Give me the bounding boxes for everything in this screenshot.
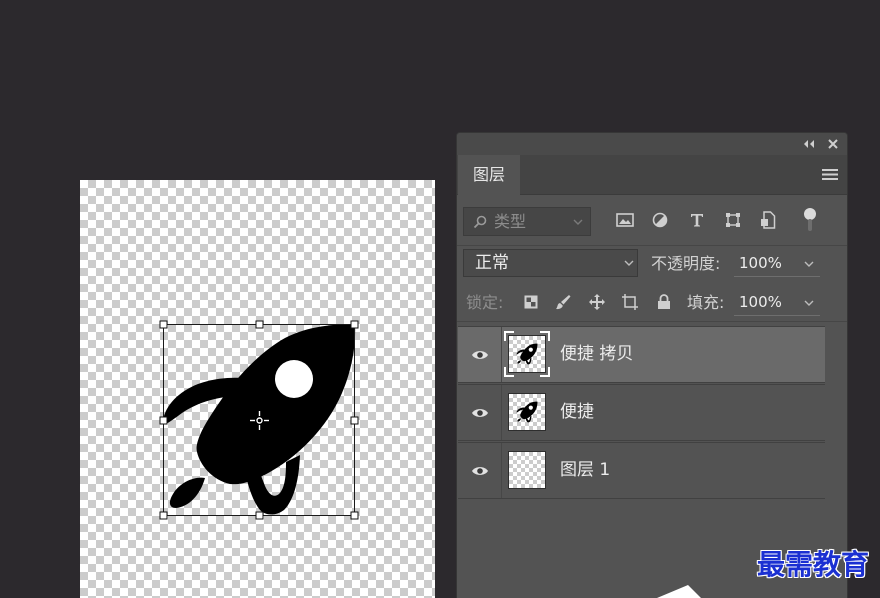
panel-tab-bar: 图层 bbox=[457, 155, 847, 195]
shape-layer-filter-icon[interactable] bbox=[721, 208, 745, 232]
tab-layers[interactable]: 图层 bbox=[458, 155, 520, 195]
filter-toggle-icon[interactable] bbox=[801, 206, 819, 234]
opacity-field[interactable]: 100% bbox=[734, 251, 820, 277]
blend-mode-value: 正常 bbox=[475, 253, 509, 273]
document-canvas[interactable] bbox=[80, 180, 435, 598]
transparent-thumbnail-icon[interactable] bbox=[508, 451, 546, 489]
rocket-icon[interactable] bbox=[163, 324, 356, 515]
layer-row[interactable]: 便捷 拷贝 bbox=[458, 326, 825, 383]
opacity-label: 不透明度: bbox=[651, 254, 721, 273]
transform-handle-right[interactable] bbox=[350, 416, 359, 425]
layer-name[interactable]: 便捷 拷贝 bbox=[560, 327, 633, 382]
chevron-down-icon[interactable] bbox=[803, 259, 815, 269]
transform-handle-bottom[interactable] bbox=[255, 511, 264, 520]
rocket-thumbnail-icon[interactable] bbox=[504, 331, 550, 377]
fill-field[interactable]: 100% bbox=[734, 290, 820, 316]
type-layer-filter-icon[interactable] bbox=[685, 208, 709, 232]
panel-header-bar[interactable] bbox=[457, 133, 847, 155]
transform-handle-left[interactable] bbox=[159, 416, 168, 425]
transform-handle-bottom-left[interactable] bbox=[159, 511, 168, 520]
eye-icon[interactable] bbox=[458, 443, 502, 498]
opacity-value: 100% bbox=[739, 254, 782, 272]
fill-label: 填充: bbox=[687, 293, 725, 312]
layers-panel: 图层 类型 正常 不透明度: 100% 锁定: 填充: 100% 便捷 拷贝 便… bbox=[456, 132, 848, 598]
close-icon[interactable] bbox=[827, 138, 839, 150]
filter-kind-label: 类型 bbox=[494, 212, 527, 231]
chevron-down-icon bbox=[572, 217, 584, 227]
blend-mode-select[interactable]: 正常 bbox=[463, 249, 638, 277]
layer-row[interactable]: 便捷 bbox=[458, 384, 825, 441]
smart-object-filter-icon[interactable] bbox=[756, 208, 780, 232]
panel-menu-icon[interactable] bbox=[821, 167, 839, 181]
white-pointer-shape bbox=[657, 585, 701, 598]
watermark: 最需教育 bbox=[757, 548, 870, 581]
lock-artboard-icon[interactable] bbox=[619, 291, 641, 313]
divider bbox=[457, 245, 847, 246]
search-icon bbox=[472, 214, 488, 230]
chevron-down-icon[interactable] bbox=[803, 298, 815, 308]
layer-row[interactable]: 图层 1 bbox=[458, 442, 825, 499]
layer-name[interactable]: 图层 1 bbox=[560, 443, 610, 498]
layers-list: 便捷 拷贝 便捷 图层 1 bbox=[457, 325, 827, 501]
divider bbox=[457, 321, 847, 322]
fill-value: 100% bbox=[739, 293, 782, 311]
transform-handle-top[interactable] bbox=[255, 320, 264, 329]
eye-icon[interactable] bbox=[458, 327, 502, 382]
lock-label: 锁定: bbox=[466, 293, 504, 312]
adjustment-layer-filter-icon[interactable] bbox=[648, 208, 672, 232]
canvas-artwork bbox=[159, 320, 359, 520]
layer-filter-kind-select[interactable]: 类型 bbox=[463, 207, 591, 236]
lock-position-icon[interactable] bbox=[586, 291, 608, 313]
chevron-down-icon bbox=[623, 258, 635, 268]
lock-image-pixels-icon[interactable] bbox=[552, 291, 574, 313]
collapse-panel-icon[interactable] bbox=[801, 138, 817, 150]
layer-name[interactable]: 便捷 bbox=[560, 385, 594, 440]
transform-handle-top-right[interactable] bbox=[350, 320, 359, 329]
transform-handle-top-left[interactable] bbox=[159, 320, 168, 329]
lock-transparent-pixels-icon[interactable] bbox=[520, 291, 542, 313]
eye-icon[interactable] bbox=[458, 385, 502, 440]
transform-handle-bottom-right[interactable] bbox=[350, 511, 359, 520]
lock-all-icon[interactable] bbox=[653, 291, 675, 313]
pixel-layer-filter-icon[interactable] bbox=[613, 208, 637, 232]
rocket-thumbnail-icon[interactable] bbox=[508, 393, 546, 431]
